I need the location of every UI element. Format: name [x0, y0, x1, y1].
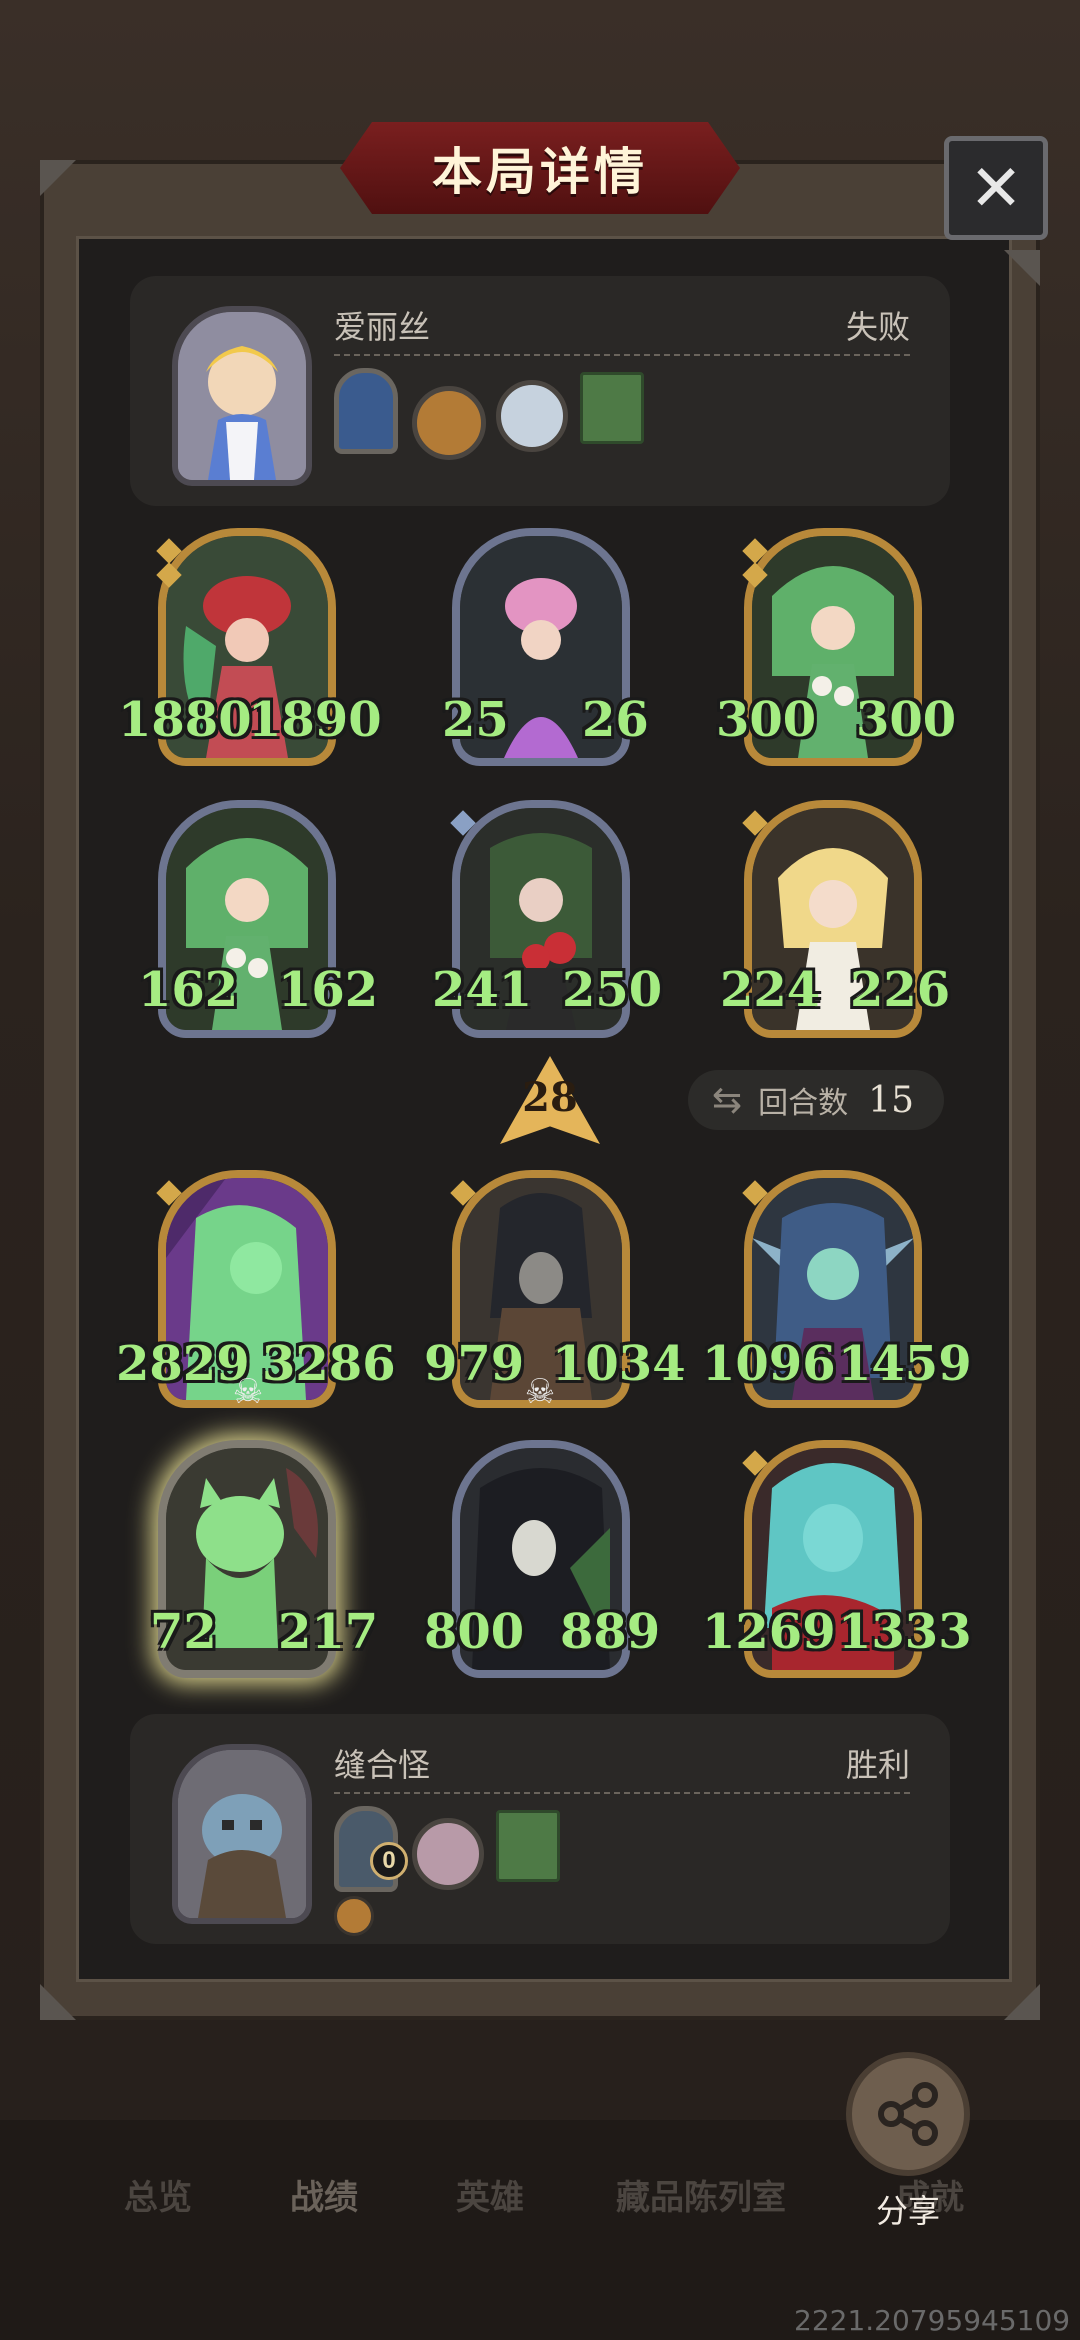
minion-attack: 1880	[118, 692, 252, 748]
pocket-watch-icon[interactable]	[412, 386, 486, 460]
minion-attack: 241	[432, 962, 533, 1018]
player-result: 胜利	[845, 1747, 910, 1783]
player-avatar-alice[interactable]	[172, 306, 312, 486]
book-icon[interactable]	[496, 1810, 560, 1882]
nav-records[interactable]: 战绩	[290, 2170, 358, 2219]
center-marker-value: 28	[522, 1074, 578, 1121]
minion-attack: 162	[138, 962, 239, 1018]
player-result: 失败	[845, 309, 910, 345]
minion-attack: 1096	[702, 1336, 836, 1392]
round-label: 回合数	[758, 1087, 849, 1120]
divider	[334, 354, 910, 356]
minion-attack: 25	[442, 692, 509, 748]
teacup-icon[interactable]	[496, 380, 568, 452]
minion-health: 26	[582, 692, 649, 748]
minion-health: 1459	[838, 1336, 972, 1392]
alice-portrait-icon	[178, 312, 306, 480]
book-icon[interactable]	[580, 372, 644, 444]
minion-attack: 1269	[702, 1604, 836, 1660]
skull-icon: ☠	[232, 1373, 264, 1411]
round-counter: ⇆ 回合数 15	[688, 1070, 944, 1130]
minion-health: 162	[278, 962, 379, 1018]
minion-attack: 72	[150, 1604, 217, 1660]
close-icon: ✕	[969, 151, 1023, 224]
coin-icon[interactable]	[334, 1896, 374, 1936]
minion-attack: 224	[720, 962, 821, 1018]
divider	[334, 1792, 910, 1794]
repeat-icon: ⇆	[712, 1079, 743, 1120]
nav-heroes[interactable]: 英雄	[456, 2170, 524, 2219]
share-label: 分享	[876, 2193, 941, 2229]
player-avatar-abomination[interactable]	[172, 1744, 312, 1924]
minion-attack: 300	[716, 692, 817, 748]
player-name: 爱丽丝	[334, 309, 431, 345]
minion-health: 1034	[552, 1336, 686, 1392]
share-button[interactable]	[846, 2052, 970, 2176]
share-icon	[878, 2082, 938, 2146]
nav-overview[interactable]: 总览	[124, 2170, 192, 2219]
player-panel-bottom: 缝合怪 胜利 0	[130, 1714, 950, 1944]
player-name: 缝合怪	[334, 1747, 431, 1783]
minion-health: 300	[856, 692, 957, 748]
minion-attack: 800	[424, 1604, 525, 1660]
minion-health: 226	[850, 962, 951, 1018]
player-panel-top: 爱丽丝 失败	[130, 276, 950, 506]
round-value: 15	[868, 1079, 914, 1121]
carousel-icon[interactable]	[412, 1818, 484, 1890]
hero-power-counter: 0	[370, 1842, 408, 1880]
minion-health: 217	[278, 1604, 379, 1660]
minion-health: 3286	[262, 1336, 396, 1392]
minion-health: 1333	[838, 1604, 972, 1660]
hero-power-icon[interactable]	[334, 368, 398, 454]
minion-health: 889	[560, 1604, 661, 1660]
title-plate: 本局详情	[340, 122, 740, 214]
minion-health: 250	[562, 962, 663, 1018]
page-title: 本局详情	[432, 144, 648, 200]
skull-icon: ☠	[524, 1373, 556, 1411]
abomination-portrait-icon	[178, 1750, 306, 1918]
nav-collection[interactable]: 藏品陈列室	[616, 2170, 786, 2219]
close-button[interactable]: ✕	[944, 136, 1048, 240]
debug-coordinates: 2221.20795945109	[794, 2304, 1071, 2337]
minion-attack: 979	[424, 1336, 525, 1392]
minion-health: 1890	[248, 692, 382, 748]
